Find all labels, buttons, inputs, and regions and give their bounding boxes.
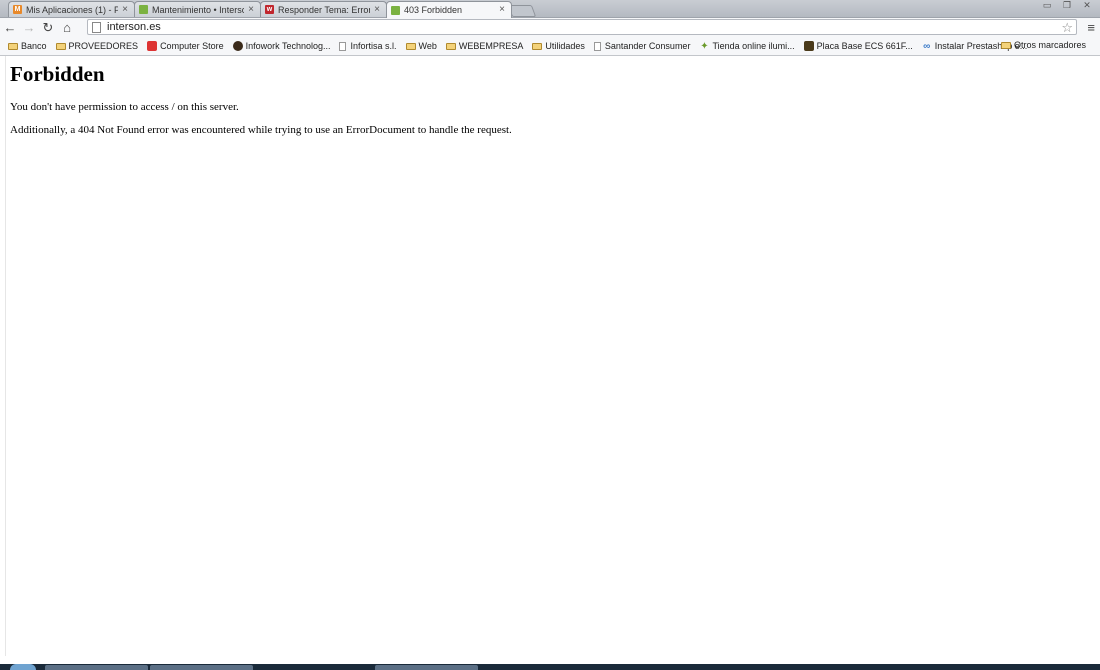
- error-detail: Additionally, a 404 Not Found error was …: [10, 124, 512, 136]
- orange-app-icon: M: [13, 5, 22, 14]
- tab-title: Responder Tema: Error al: [278, 4, 371, 15]
- taskbar-item[interactable]: [45, 665, 148, 670]
- folder-icon: [55, 42, 66, 50]
- bookmark-label: Infortisa s.l.: [350, 41, 397, 51]
- green-leaf-icon: [139, 5, 148, 14]
- folder-icon: [445, 42, 456, 50]
- bookmark-infowork[interactable]: Infowork Technolog...: [232, 41, 331, 51]
- bookmark-santander[interactable]: Santander Consumer: [593, 41, 691, 51]
- bookmark-utilidades[interactable]: Utilidades: [532, 41, 585, 51]
- bookmark-placa-base[interactable]: Placa Base ECS 661F...: [803, 41, 913, 51]
- computer-store-icon: [147, 41, 158, 51]
- page-content: Forbidden You don't have permission to a…: [0, 56, 1100, 666]
- start-orb-icon[interactable]: [10, 664, 36, 670]
- page-icon: [593, 41, 601, 51]
- bookmark-tienda-online[interactable]: ✦ Tienda online ilumi...: [699, 40, 795, 52]
- minimize-icon[interactable]: ▭: [1038, 0, 1056, 11]
- tab-title: 403 Forbidden: [404, 5, 463, 15]
- bookmark-web[interactable]: Web: [405, 41, 437, 51]
- tab-403-forbidden[interactable]: 403 Forbidden ×: [386, 1, 512, 18]
- bookmark-computer-store[interactable]: Computer Store: [147, 41, 224, 51]
- taskbar: [0, 664, 1100, 670]
- url-text[interactable]: interson.es: [107, 21, 161, 33]
- bookmark-label: Santander Consumer: [604, 41, 691, 51]
- new-tab-button[interactable]: [507, 5, 537, 17]
- page-icon: [339, 41, 347, 51]
- folder-icon: [532, 42, 543, 50]
- bookmark-label: Computer Store: [160, 41, 224, 51]
- tab-strip: M Mis Aplicaciones (1) - Pac × Mantenimi…: [0, 0, 1100, 18]
- tab-responder-tema[interactable]: w Responder Tema: Error al ×: [260, 1, 387, 17]
- tab-title: Mis Aplicaciones (1) - Pac: [26, 4, 118, 15]
- folder-icon: [1000, 41, 1011, 49]
- reload-icon[interactable]: ↻: [39, 19, 57, 37]
- window-controls: ▭ ❐ ✕: [1038, 0, 1096, 12]
- bookmark-label: Utilidades: [545, 41, 585, 51]
- bookmark-label: PROVEEDORES: [68, 41, 139, 51]
- home-icon[interactable]: ⌂: [58, 19, 76, 37]
- bookmark-label: Banco: [21, 41, 47, 51]
- store-icon: [803, 41, 814, 51]
- tab-mantenimiento[interactable]: Mantenimiento • Interson ×: [134, 1, 261, 17]
- bookmark-label: Placa Base ECS 661F...: [816, 41, 913, 51]
- bookmark-label: WEBEMPRESA: [458, 41, 524, 51]
- close-window-icon[interactable]: ✕: [1078, 0, 1096, 11]
- close-icon[interactable]: ×: [374, 4, 380, 15]
- infowork-icon: [232, 41, 243, 51]
- bookmark-banco[interactable]: Banco: [8, 41, 47, 51]
- error-message: You don't have permission to access / on…: [10, 101, 239, 113]
- green-leaf-icon: [391, 5, 400, 15]
- bookmark-otros-marcadores[interactable]: Otros marcadores: [1000, 40, 1086, 50]
- close-icon[interactable]: ×: [499, 5, 505, 15]
- bookmark-webempresa[interactable]: WEBEMPRESA: [445, 41, 524, 51]
- browser-toolbar: ← → ↻ ⌂ interson.es ☆ ≡: [0, 18, 1100, 37]
- close-icon[interactable]: ×: [122, 4, 128, 15]
- bookmark-infortisa[interactable]: Infortisa s.l.: [339, 41, 397, 51]
- folder-icon: [405, 42, 416, 50]
- bookmark-label: Otros marcadores: [1013, 40, 1086, 50]
- page-left-edge: [0, 56, 6, 656]
- menu-icon[interactable]: ≡: [1087, 20, 1095, 35]
- taskbar-item[interactable]: [375, 665, 478, 670]
- bookmark-label: Tienda online ilumi...: [712, 41, 795, 51]
- restore-icon[interactable]: ❐: [1058, 0, 1076, 11]
- folder-icon: [8, 42, 18, 50]
- red-w-icon: w: [265, 5, 274, 14]
- close-icon[interactable]: ×: [248, 4, 254, 15]
- back-arrow-icon[interactable]: ←: [1, 19, 19, 37]
- link-icon: ∞: [923, 40, 931, 52]
- bookmark-proveedores[interactable]: PROVEEDORES: [55, 41, 139, 51]
- bookmark-star-icon[interactable]: ☆: [1061, 20, 1073, 36]
- forward-arrow-icon[interactable]: →: [20, 19, 38, 37]
- page-title: Forbidden: [10, 62, 105, 86]
- address-bar[interactable]: interson.es ☆: [87, 19, 1077, 35]
- bookmarks-bar: Banco PROVEEDORES Computer Store Infowor…: [0, 37, 1100, 56]
- bookmark-label: Infowork Technolog...: [245, 41, 331, 51]
- tab-mis-aplicaciones[interactable]: M Mis Aplicaciones (1) - Pac ×: [8, 1, 135, 17]
- plant-icon: ✦: [700, 40, 709, 52]
- page-icon: [92, 21, 101, 33]
- tab-title: Mantenimiento • Interson: [152, 4, 245, 15]
- bookmark-label: Web: [418, 41, 437, 51]
- taskbar-item[interactable]: [150, 665, 253, 670]
